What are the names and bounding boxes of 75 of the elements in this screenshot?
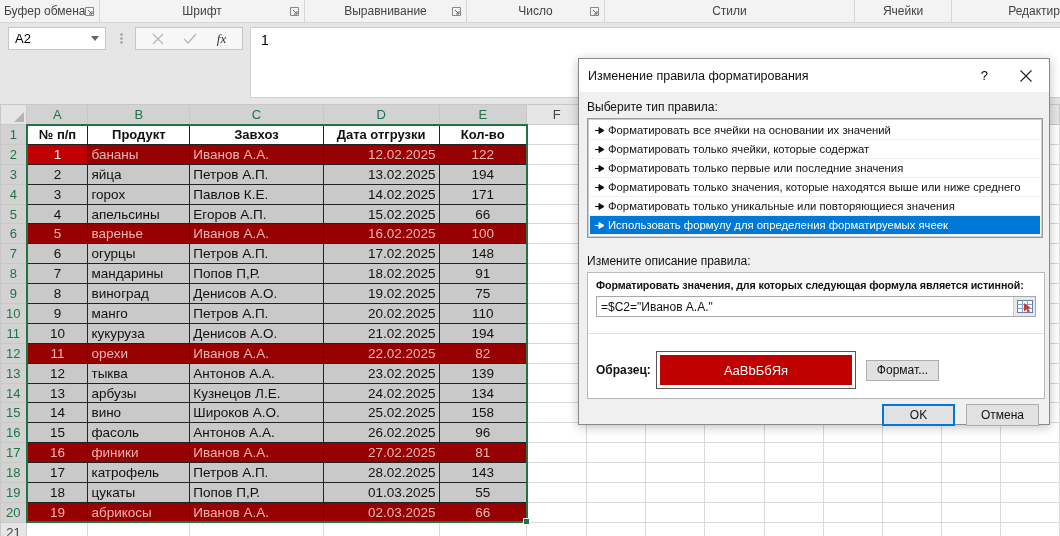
row-header[interactable]: 6 <box>0 223 27 244</box>
arrow-icon <box>595 183 604 191</box>
preview-label: Образец: <box>596 363 652 377</box>
ribbon-group-label: Число <box>518 4 553 18</box>
row-header[interactable]: 1 <box>0 124 27 145</box>
section-label: Измените описание правила: <box>587 254 752 268</box>
row-header[interactable]: 5 <box>0 204 27 224</box>
row-header[interactable]: 18 <box>0 462 27 483</box>
ribbon-group-label: Выравнивание <box>344 4 427 18</box>
row-header[interactable]: 10 <box>0 303 27 324</box>
ribbon-group-label: Стили <box>712 4 747 18</box>
formula-field[interactable]: =$C2="Иванов А.А." <box>596 296 1036 317</box>
rule-type-item[interactable]: Использовать формулу для определения форматируемых ячеек <box>590 216 1040 235</box>
list-item-label: Использовать формулу для определения форматируемых ячеек <box>608 219 948 231</box>
column-header[interactable]: B <box>87 104 190 125</box>
arrow-icon <box>595 126 604 134</box>
ribbon-group-label: Буфер обмена <box>4 4 86 18</box>
column-header[interactable]: C <box>189 104 324 125</box>
row-header[interactable]: 16 <box>0 422 27 443</box>
dialog-button[interactable]: Отмена <box>966 404 1039 426</box>
range-select-button[interactable] <box>1013 297 1035 316</box>
format-preview: AaBbБбЯя <box>660 355 852 385</box>
rule-type-item[interactable]: Форматировать все ячейки на основании их значений <box>590 121 1040 140</box>
row-header[interactable]: 9 <box>0 283 27 304</box>
row-header[interactable]: 20 <box>0 502 27 523</box>
row-header[interactable]: 19 <box>0 482 27 503</box>
name-box[interactable]: A2 <box>8 27 106 50</box>
grid-arrow-icon <box>1016 300 1033 313</box>
ribbon-group-label: Ячейки <box>882 4 924 18</box>
row-header[interactable]: 15 <box>0 402 27 423</box>
row-header[interactable]: 8 <box>0 263 27 284</box>
dialog-launcher-icon[interactable] <box>452 7 461 16</box>
row-header[interactable]: 11 <box>0 323 27 344</box>
column-header[interactable]: E <box>439 104 527 125</box>
rule-type-list[interactable] <box>587 118 1043 238</box>
arrow-icon <box>595 145 604 153</box>
arrow-icon <box>595 164 604 172</box>
row-header[interactable]: 14 <box>0 383 27 403</box>
list-item-label: Форматировать только уникальные или повторяющиеся значения <box>608 200 955 212</box>
formula-text: =$C2="Иванов А.А." <box>601 299 713 314</box>
rule-type-item[interactable]: Форматировать только ячейки, которые содержат <box>590 140 1040 159</box>
list-item-label: Форматировать только значения, которые находятся выше или ниже среднего <box>608 181 1021 193</box>
list-item-label: Форматировать только первые или последние значения <box>608 162 904 174</box>
row-header[interactable]: 7 <box>0 243 27 264</box>
column-header[interactable]: D <box>323 104 440 125</box>
dialog-title: Изменение правила форматирования <box>588 68 810 83</box>
row-header[interactable]: 2 <box>0 144 27 165</box>
row-header[interactable]: 13 <box>0 363 27 384</box>
dialog-launcher-icon[interactable] <box>290 7 299 16</box>
help-button[interactable]: ? <box>980 68 988 83</box>
dialog-launcher-icon[interactable] <box>590 7 599 16</box>
rule-type-item[interactable]: Форматировать только первые или последние значения <box>590 159 1040 178</box>
list-item-label: Форматировать только ячейки, которые содержат <box>608 143 870 155</box>
cell-reference: A2 <box>15 31 31 46</box>
ribbon-group-label: Редактир <box>1008 4 1060 18</box>
row-header[interactable]: 12 <box>0 343 27 364</box>
drag-handle-icon[interactable] <box>120 33 123 44</box>
fill-handle[interactable] <box>522 518 530 526</box>
dialog-launcher-icon[interactable] <box>85 7 94 16</box>
row-header[interactable]: 17 <box>0 442 27 463</box>
formula-label: Форматировать значения, для которых следующая формула является истинной: <box>596 279 1025 291</box>
caret-icon[interactable] <box>91 36 99 41</box>
arrow-icon <box>595 221 604 229</box>
close-icon[interactable] <box>1020 69 1032 82</box>
dialog-button[interactable]: OK <box>882 404 955 426</box>
insert-function-button[interactable]: fx <box>216 30 227 47</box>
section-label: Выберите тип правила: <box>587 100 719 114</box>
ribbon-group-label: Шрифт <box>182 4 222 18</box>
column-header[interactable]: A <box>26 104 88 125</box>
arrow-icon <box>595 202 604 210</box>
rule-type-item[interactable]: Форматировать только значения, которые находятся выше или ниже среднего <box>590 178 1040 197</box>
format-button[interactable]: Формат... <box>866 359 939 381</box>
list-item-label: Форматировать все ячейки на основании их значений <box>608 124 891 136</box>
row-header[interactable]: 4 <box>0 184 27 205</box>
row-header[interactable]: 3 <box>0 164 27 185</box>
